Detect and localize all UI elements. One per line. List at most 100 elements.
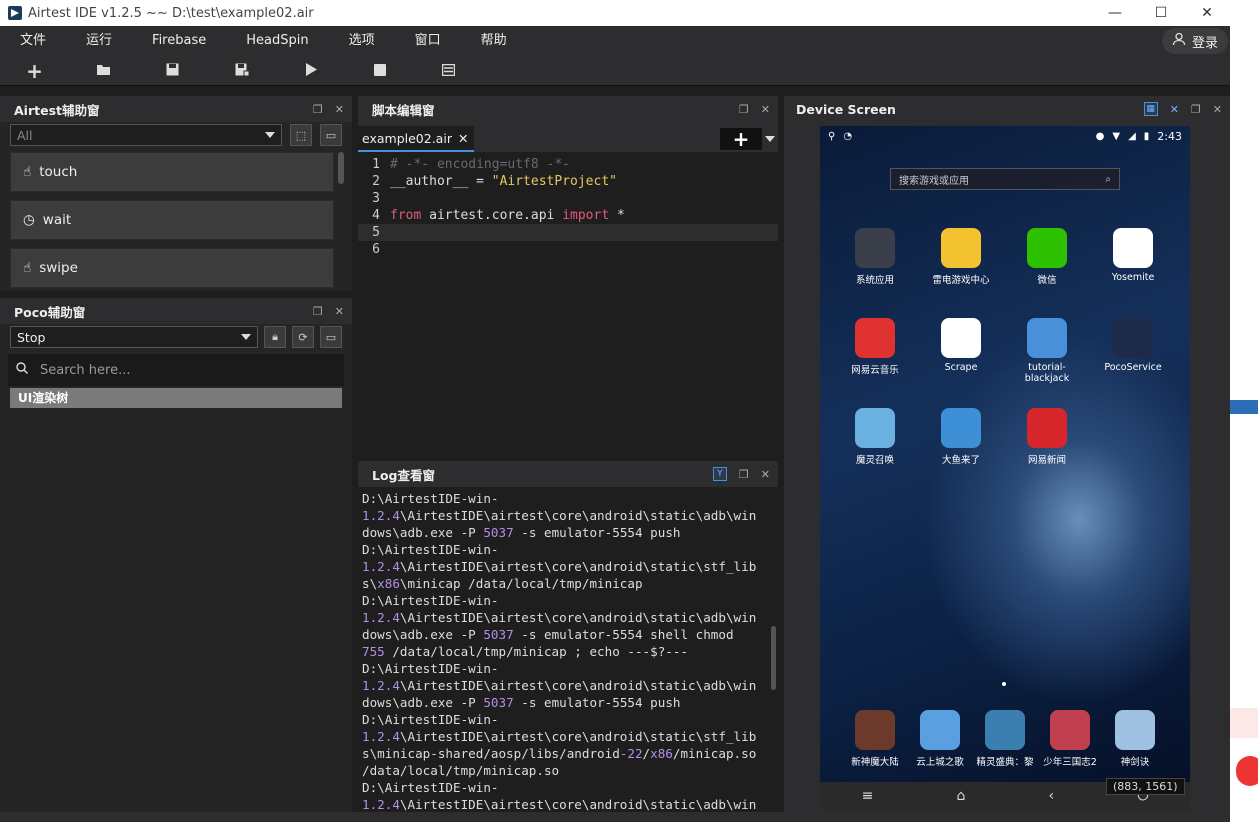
app-label: 雷电游戏中心 (932, 275, 990, 286)
menu-bar: 文件 运行 Firebase HeadSpin 选项 窗口 帮助 登录 (0, 26, 1230, 56)
menu-help[interactable]: 帮助 (461, 26, 527, 56)
airtest-panel: Airtest辅助窗 ❐ ✕ All ⬚ ▭ ☝ touch ◷ wait ☝ swip… (0, 96, 352, 291)
close-tab-icon[interactable]: ✕ (458, 131, 468, 146)
stop-button[interactable] (345, 62, 414, 80)
run-button[interactable] (276, 62, 345, 80)
menu-window[interactable]: 窗口 (395, 26, 461, 56)
float-icon[interactable]: ❐ (739, 468, 749, 481)
close-panel-icon[interactable]: ✕ (761, 103, 770, 116)
tab-example02[interactable]: example02.air ✕ (358, 126, 475, 152)
refresh-button[interactable]: ⟳ (292, 326, 314, 348)
device-panel: Device Screen ▦ ✕ ❐ ✕ ⚲ ◔ ● ▼ ◢ ▮ 2:43 搜索… (784, 96, 1230, 812)
lock-icon: 🔒︎ (272, 330, 278, 343)
api-filter-select[interactable]: All (10, 124, 282, 146)
filter-icon[interactable]: Y (712, 467, 727, 481)
app-icon-image (920, 710, 960, 750)
api-swipe-button[interactable]: ☝ swipe (10, 248, 334, 288)
back-icon[interactable]: ‹ (1049, 788, 1055, 804)
menu-firebase[interactable]: Firebase (132, 26, 226, 56)
dock-app-icon[interactable]: 神剑诀 (1095, 710, 1175, 768)
api-touch-button[interactable]: ☝ touch (10, 152, 334, 192)
log-line: 1.2.4\AirtestIDE\airtest\core\android\st… (362, 678, 757, 693)
new-file-button[interactable]: + (0, 59, 69, 83)
poco-search-input[interactable]: Search here... (8, 354, 344, 386)
tools-icon[interactable]: ✕ (1170, 103, 1179, 116)
save-button[interactable] (138, 62, 207, 80)
app-label: 网易新闻 (1027, 455, 1066, 466)
app-icon[interactable]: 网易云音乐 (835, 318, 915, 376)
app-label: 系统应用 (855, 275, 894, 286)
maximize-button[interactable]: ☐ (1138, 0, 1184, 26)
status-strip (0, 812, 1230, 822)
poco-mode-select[interactable]: Stop (10, 326, 258, 348)
app-icon[interactable]: 微信 (1007, 228, 1087, 286)
menu-options[interactable]: 选项 (329, 26, 395, 56)
scrollbar[interactable] (338, 152, 344, 184)
menu-file[interactable]: 文件 (0, 26, 66, 56)
alarm-icon: ◔ (843, 130, 853, 142)
float-icon[interactable]: ❐ (739, 103, 749, 116)
close-panel-icon[interactable]: ✕ (761, 468, 770, 481)
phone-search-input[interactable]: 搜索游戏或应用 ⌕ (890, 168, 1120, 190)
app-icon[interactable]: 雷电游戏中心 (921, 228, 1001, 286)
close-panel-icon[interactable]: ✕ (1213, 103, 1222, 116)
add-tab-button[interactable]: + (720, 127, 762, 151)
app-icon[interactable]: 系统应用 (835, 228, 915, 286)
close-button[interactable]: ✕ (1184, 0, 1230, 26)
float-icon[interactable]: ❐ (313, 103, 323, 116)
float-icon[interactable]: ❐ (313, 305, 323, 318)
api-wait-button[interactable]: ◷ wait (10, 200, 334, 240)
record-button[interactable]: ▭ (320, 326, 342, 348)
open-file-button[interactable] (69, 62, 138, 80)
app-icon-image (855, 228, 895, 268)
menu-icon[interactable]: ≡ (862, 788, 874, 804)
save-as-button[interactable] (207, 62, 276, 80)
log-panel: Log查看窗 Y ❐ ✕ D:\AirtestIDE-win- 1.2.4\Airte… (358, 461, 778, 812)
scrollbar[interactable] (771, 626, 776, 690)
location-icon: ● (1095, 130, 1105, 142)
log-line: D:\AirtestIDE-win- (362, 712, 499, 727)
float-icon[interactable]: ❐ (1191, 103, 1201, 116)
app-label: 神剑诀 (1120, 757, 1150, 768)
app-icon-image (1050, 710, 1090, 750)
login-button[interactable]: 登录 (1161, 28, 1228, 54)
log-line: 755 /data/local/tmp/minicap ; echo ---$?… (362, 644, 689, 659)
menu-headspin[interactable]: HeadSpin (226, 26, 328, 56)
menu-run[interactable]: 运行 (66, 26, 132, 56)
app-icon[interactable]: Scrape (921, 318, 1001, 373)
report-button[interactable] (414, 62, 483, 80)
app-icon-image (1113, 228, 1153, 268)
lock-button[interactable]: 🔒︎ (264, 326, 286, 348)
play-icon (305, 62, 317, 80)
app-icon[interactable]: 网易新闻 (1007, 408, 1087, 466)
wifi-icon: ▼ (1112, 130, 1121, 142)
app-label: 大鱼来了 (941, 455, 980, 466)
ui-tree-root[interactable]: UI渲染树 (10, 388, 342, 408)
close-panel-icon[interactable]: ✕ (335, 305, 344, 318)
screenshot-button[interactable]: ⬚ (290, 124, 312, 146)
app-icon[interactable]: PocoService (1093, 318, 1173, 373)
app-label: 魔灵召唤 (855, 455, 894, 466)
log-output[interactable]: D:\AirtestIDE-win- 1.2.4\AirtestIDE\airte… (358, 487, 778, 812)
log-line: D:\AirtestIDE-win- (362, 593, 499, 608)
search-icon: ⌕ (1105, 173, 1111, 185)
app-icon[interactable]: 大鱼来了 (921, 408, 1001, 466)
home-icon[interactable]: ⌂ (956, 788, 965, 804)
app-icon[interactable]: Yosemite (1093, 228, 1173, 283)
app-icon[interactable]: tutorial-blackjack (1007, 318, 1087, 384)
user-icon (1172, 32, 1186, 50)
clock-icon: ◷ (23, 212, 35, 228)
phone-screen[interactable]: ⚲ ◔ ● ▼ ◢ ▮ 2:43 搜索游戏或应用 ⌕ 系统应用 雷电游戏中心 微信 Yo… (820, 126, 1190, 782)
log-line: D:\AirtestIDE-win- (362, 491, 499, 506)
code-editor[interactable]: 1 # -*- encoding=utf8 -*- 2 __author__ = "… (358, 152, 778, 258)
record-button[interactable]: ▭ (320, 124, 342, 146)
app-icon-image (985, 710, 1025, 750)
minimize-button[interactable]: — (1092, 0, 1138, 26)
window-title: Airtest IDE v1.2.5 ~~ D:\test\example02.… (28, 5, 314, 21)
tree-view-icon[interactable]: ▦ (1143, 102, 1158, 116)
chevron-down-icon[interactable] (765, 136, 775, 142)
folder-icon (96, 62, 111, 80)
swipe-icon: ☝ (23, 260, 32, 276)
close-panel-icon[interactable]: ✕ (335, 103, 344, 116)
app-icon[interactable]: 魔灵召唤 (835, 408, 915, 466)
